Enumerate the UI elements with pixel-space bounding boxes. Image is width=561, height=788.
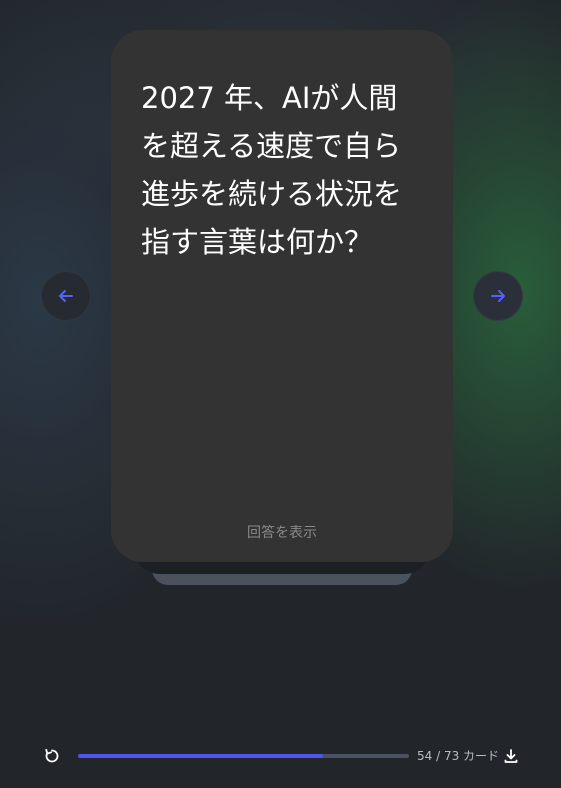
arrow-right-icon (491, 290, 505, 302)
progress-bar (78, 754, 409, 758)
card-counter: 54 / 73 カード (417, 749, 500, 763)
card-question: 2027 年、AIが人間を超える速度で自ら進歩を続ける状況を指す言葉は何か？ (141, 81, 403, 259)
previous-card-button[interactable] (41, 271, 91, 321)
reveal-answer-button[interactable]: 回答を表示 (111, 522, 453, 542)
download-button[interactable] (502, 747, 520, 765)
next-card-button[interactable] (473, 271, 523, 321)
restart-icon (45, 748, 59, 763)
arrow-left-icon (59, 290, 73, 302)
download-icon (504, 749, 518, 763)
progress-bar-fill (78, 754, 323, 758)
flashcard[interactable]: 2027 年、AIが人間を超える速度で自ら進歩を続ける状況を指す言葉は何か？ 回… (111, 30, 453, 562)
restart-button[interactable] (43, 747, 61, 765)
